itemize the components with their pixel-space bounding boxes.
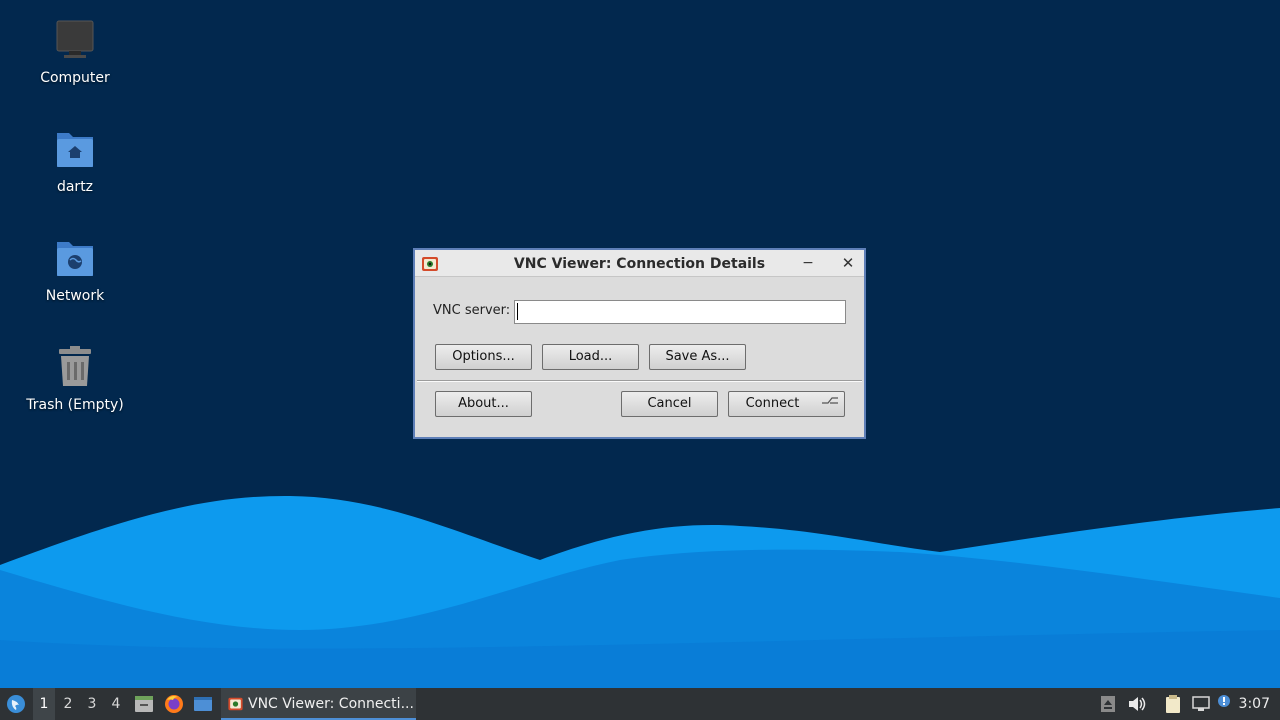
network-folder-icon (51, 236, 99, 284)
show-desktop-launcher[interactable] (192, 688, 214, 720)
clipboard-icon (1166, 695, 1180, 713)
desktop-icon-home[interactable]: dartz (20, 127, 130, 195)
trash-icon (51, 345, 99, 393)
start-menu-button[interactable] (4, 688, 28, 720)
minimize-button[interactable]: − (798, 253, 818, 273)
start-menu-icon (7, 695, 25, 713)
vnc-server-label: VNC server: (433, 303, 511, 318)
default-action-icon (822, 397, 838, 404)
workspace-4[interactable]: 4 (105, 688, 127, 720)
network-tray-button[interactable] (1190, 688, 1212, 720)
file-manager-icon (135, 696, 153, 712)
show-desktop-icon (194, 697, 212, 711)
vnc-viewer-icon (228, 697, 243, 711)
vnc-connection-dialog: VNC Viewer: Connection Details − ✕ VNC s… (413, 248, 866, 439)
volume-tray-button[interactable] (1126, 688, 1148, 720)
desktop-icon-network[interactable]: Network (20, 236, 130, 304)
eject-tray-button[interactable] (1098, 688, 1118, 720)
dialog-titlebar[interactable]: VNC Viewer: Connection Details − ✕ (415, 250, 864, 277)
clipboard-tray-button[interactable] (1163, 688, 1183, 720)
home-folder-icon (51, 127, 99, 175)
firefox-icon (165, 695, 183, 713)
options-button[interactable]: Options... (435, 344, 532, 370)
desktop-icon-label: Trash (Empty) (26, 397, 124, 413)
notification-icon (1218, 695, 1230, 707)
desktop-icon-trash[interactable]: Trash (Empty) (20, 345, 130, 413)
about-button[interactable]: About... (435, 391, 532, 417)
connect-button-label: Connect (745, 396, 800, 411)
workspace-1[interactable]: 1 (33, 688, 55, 720)
taskbar: 1 2 3 4 VNC Viewer: Connecti... 3:07 (0, 688, 1280, 720)
taskbar-task-label: VNC Viewer: Connecti... (248, 696, 414, 712)
load-button[interactable]: Load... (542, 344, 639, 370)
workspace-3[interactable]: 3 (81, 688, 103, 720)
file-manager-launcher[interactable] (133, 688, 155, 720)
desktop-icon-label: dartz (56, 179, 94, 195)
network-icon (1192, 696, 1210, 711)
save-as-button[interactable]: Save As... (649, 344, 746, 370)
vnc-server-input[interactable] (514, 300, 846, 324)
taskbar-task-vnc-viewer[interactable]: VNC Viewer: Connecti... (221, 688, 416, 720)
workspace-2[interactable]: 2 (57, 688, 79, 720)
dialog-separator (417, 380, 862, 382)
notification-tray-button[interactable] (1216, 688, 1232, 720)
clock[interactable]: 3:07 (1239, 688, 1270, 720)
text-cursor (517, 303, 518, 320)
eject-icon (1101, 696, 1115, 712)
desktop-icon-label: Network (45, 288, 105, 304)
computer-icon (51, 18, 99, 66)
connect-button[interactable]: Connect (728, 391, 845, 417)
volume-icon (1129, 697, 1146, 711)
firefox-launcher[interactable] (163, 688, 185, 720)
cancel-button[interactable]: Cancel (621, 391, 718, 417)
desktop-icon-computer[interactable]: Computer (20, 18, 130, 86)
desktop-icon-label: Computer (40, 70, 110, 86)
close-button[interactable]: ✕ (838, 253, 858, 273)
dialog-title: VNC Viewer: Connection Details (513, 256, 766, 272)
